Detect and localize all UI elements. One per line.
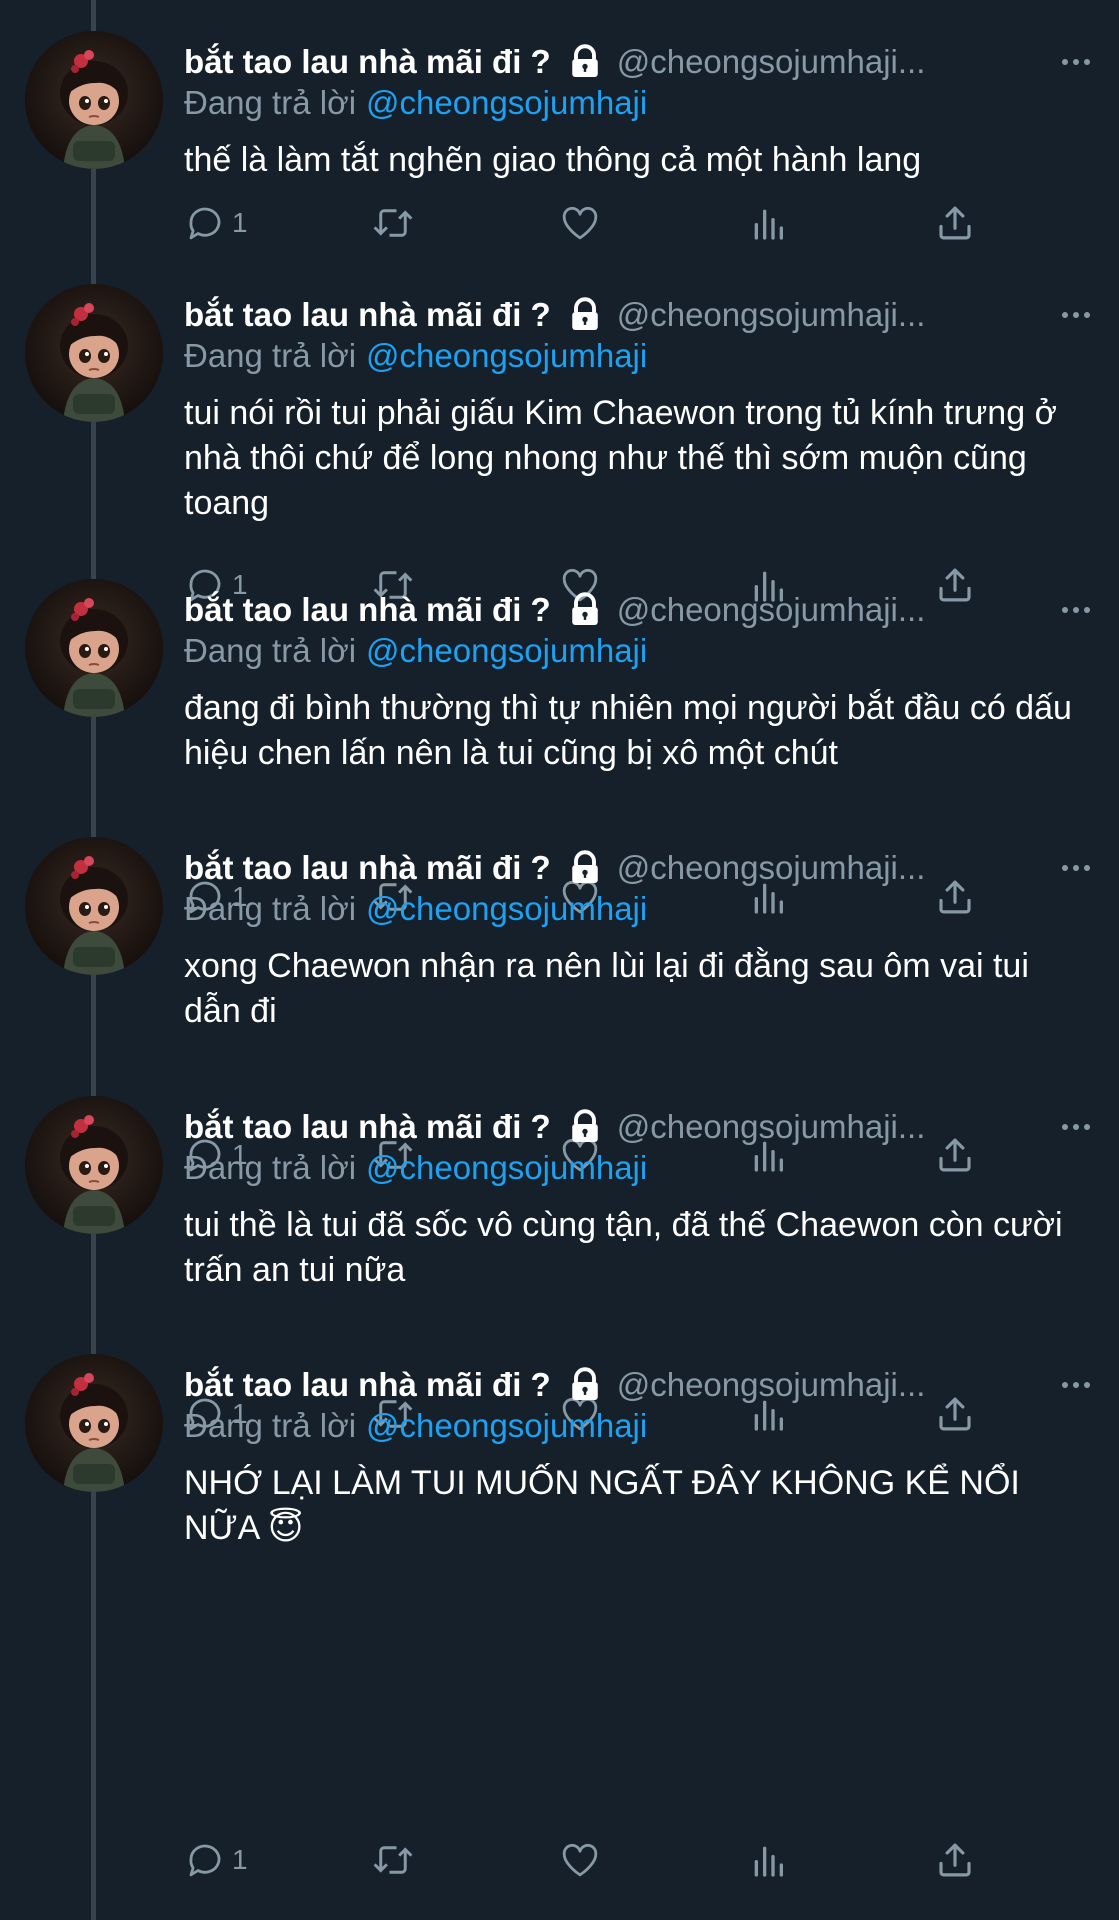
avatar[interactable] <box>25 1096 163 1234</box>
reply-button[interactable]: 1 <box>184 1838 248 1882</box>
retweet-button[interactable] <box>370 1838 416 1882</box>
reply-button[interactable]: 1 <box>184 201 248 245</box>
tweet-text: đang đi bình thường thì tự nhiên mọi ngư… <box>184 689 1082 772</box>
more-icon[interactable] <box>1058 46 1094 78</box>
replying-to-handle[interactable]: @cheongsojumhaji <box>366 84 647 121</box>
display-name[interactable]: bắt tao lau nhà mãi đi ? <box>184 43 551 81</box>
like-button[interactable] <box>558 201 602 245</box>
avatar[interactable] <box>25 1354 163 1492</box>
retweet-button[interactable] <box>370 201 416 245</box>
more-icon[interactable] <box>1058 594 1094 626</box>
tweet-header: bắt tao lau nhà mãi đi ? @cheongsojumhaj… <box>184 293 1094 337</box>
user-handle[interactable]: @cheongsojumhaji... <box>617 1108 967 1146</box>
replying-to: Đang trả lời @cheongsojumhaji <box>184 1149 647 1187</box>
tweet-actions: 1 <box>184 201 1094 245</box>
lock-icon <box>571 44 598 77</box>
replying-to: Đang trả lời @cheongsojumhaji <box>184 84 647 122</box>
tweet-header: bắt tao lau nhà mãi đi ? @cheongsojumhaj… <box>184 40 1094 84</box>
tweet-text: NHỚ LẠI LÀM TUI MUỐN NGẤT ĐÂY KHÔNG KỂ N… <box>184 1464 1030 1547</box>
like-button[interactable] <box>558 1838 602 1882</box>
reply-icon <box>189 1844 221 1877</box>
retweet-icon <box>373 209 413 237</box>
lock-icon <box>571 850 598 883</box>
replying-to-handle[interactable]: @cheongsojumhaji <box>366 1407 647 1444</box>
like-icon <box>562 1843 598 1877</box>
analytics-button[interactable] <box>748 201 788 245</box>
avatar[interactable] <box>25 284 163 422</box>
display-name[interactable]: bắt tao lau nhà mãi đi ? <box>184 1366 551 1404</box>
tweet-header: bắt tao lau nhà mãi đi ? @cheongsojumhaj… <box>184 846 1094 890</box>
more-icon[interactable] <box>1058 852 1094 884</box>
user-handle[interactable]: @cheongsojumhaji... <box>617 43 967 81</box>
lock-icon <box>571 1109 598 1142</box>
display-name[interactable]: bắt tao lau nhà mãi đi ? <box>184 296 551 334</box>
share-button[interactable] <box>934 201 976 245</box>
share-icon <box>939 1843 971 1877</box>
analytics-icon <box>754 1846 783 1877</box>
tweet-text: thế là làm tắt nghẽn giao thông cả một h… <box>184 141 922 179</box>
replying-to-handle[interactable]: @cheongsojumhaji <box>366 337 647 374</box>
avatar[interactable] <box>25 837 163 975</box>
replying-to-label: Đang trả lời <box>184 337 357 374</box>
replying-to-handle[interactable]: @cheongsojumhaji <box>366 890 647 927</box>
replying-to-handle[interactable]: @cheongsojumhaji <box>366 632 647 669</box>
replying-to: Đang trả lời @cheongsojumhaji <box>184 890 647 928</box>
tweet-text: tui nói rồi tui phải giấu Kim Chaewon tr… <box>184 394 1067 522</box>
tweet-header: bắt tao lau nhà mãi đi ? @cheongsojumhaj… <box>184 588 1094 632</box>
replying-to: Đang trả lời @cheongsojumhaji <box>184 1407 647 1445</box>
user-handle[interactable]: @cheongsojumhaji... <box>617 591 967 629</box>
more-icon[interactable] <box>1058 1369 1094 1401</box>
replying-to-label: Đang trả lời <box>184 1407 357 1444</box>
more-icon[interactable] <box>1058 299 1094 331</box>
display-name[interactable]: bắt tao lau nhà mãi đi ? <box>184 1108 551 1146</box>
replying-to-label: Đang trả lời <box>184 632 357 669</box>
tweet-header: bắt tao lau nhà mãi đi ? @cheongsojumhaj… <box>184 1105 1094 1149</box>
user-handle[interactable]: @cheongsojumhaji... <box>617 1366 967 1404</box>
retweet-icon <box>373 1846 413 1874</box>
display-name[interactable]: bắt tao lau nhà mãi đi ? <box>184 591 551 629</box>
tweet-header: bắt tao lau nhà mãi đi ? @cheongsojumhaj… <box>184 1363 1094 1407</box>
replying-to-handle[interactable]: @cheongsojumhaji <box>366 1149 647 1186</box>
tweet-text: xong Chaewon nhận ra nên lùi lại đi đằng… <box>184 947 1039 1030</box>
replying-to-label: Đang trả lời <box>184 1149 357 1186</box>
tweet-actions: 1 <box>184 1838 1094 1882</box>
more-icon[interactable] <box>1058 1111 1094 1143</box>
like-icon <box>562 206 598 240</box>
analytics-button[interactable] <box>748 1838 788 1882</box>
reply-count: 1 <box>232 1844 248 1875</box>
lock-icon <box>571 1367 598 1400</box>
tweet-text: tui thề là tui đã sốc vô cùng tận, đã th… <box>184 1206 1073 1289</box>
reply-count: 1 <box>232 207 248 238</box>
replying-to: Đang trả lời @cheongsojumhaji <box>184 337 647 375</box>
replying-to-label: Đang trả lời <box>184 84 357 121</box>
analytics-icon <box>754 209 783 240</box>
lock-icon <box>571 297 598 330</box>
avatar[interactable] <box>25 31 163 169</box>
display-name[interactable]: bắt tao lau nhà mãi đi ? <box>184 849 551 887</box>
user-handle[interactable]: @cheongsojumhaji... <box>617 296 967 334</box>
lock-icon <box>571 592 598 625</box>
share-button[interactable] <box>934 1838 976 1882</box>
share-icon <box>939 206 971 240</box>
reply-icon <box>189 207 221 240</box>
user-handle[interactable]: @cheongsojumhaji... <box>617 849 967 887</box>
replying-to-label: Đang trả lời <box>184 890 357 927</box>
avatar[interactable] <box>25 579 163 717</box>
replying-to: Đang trả lời @cheongsojumhaji <box>184 632 647 670</box>
